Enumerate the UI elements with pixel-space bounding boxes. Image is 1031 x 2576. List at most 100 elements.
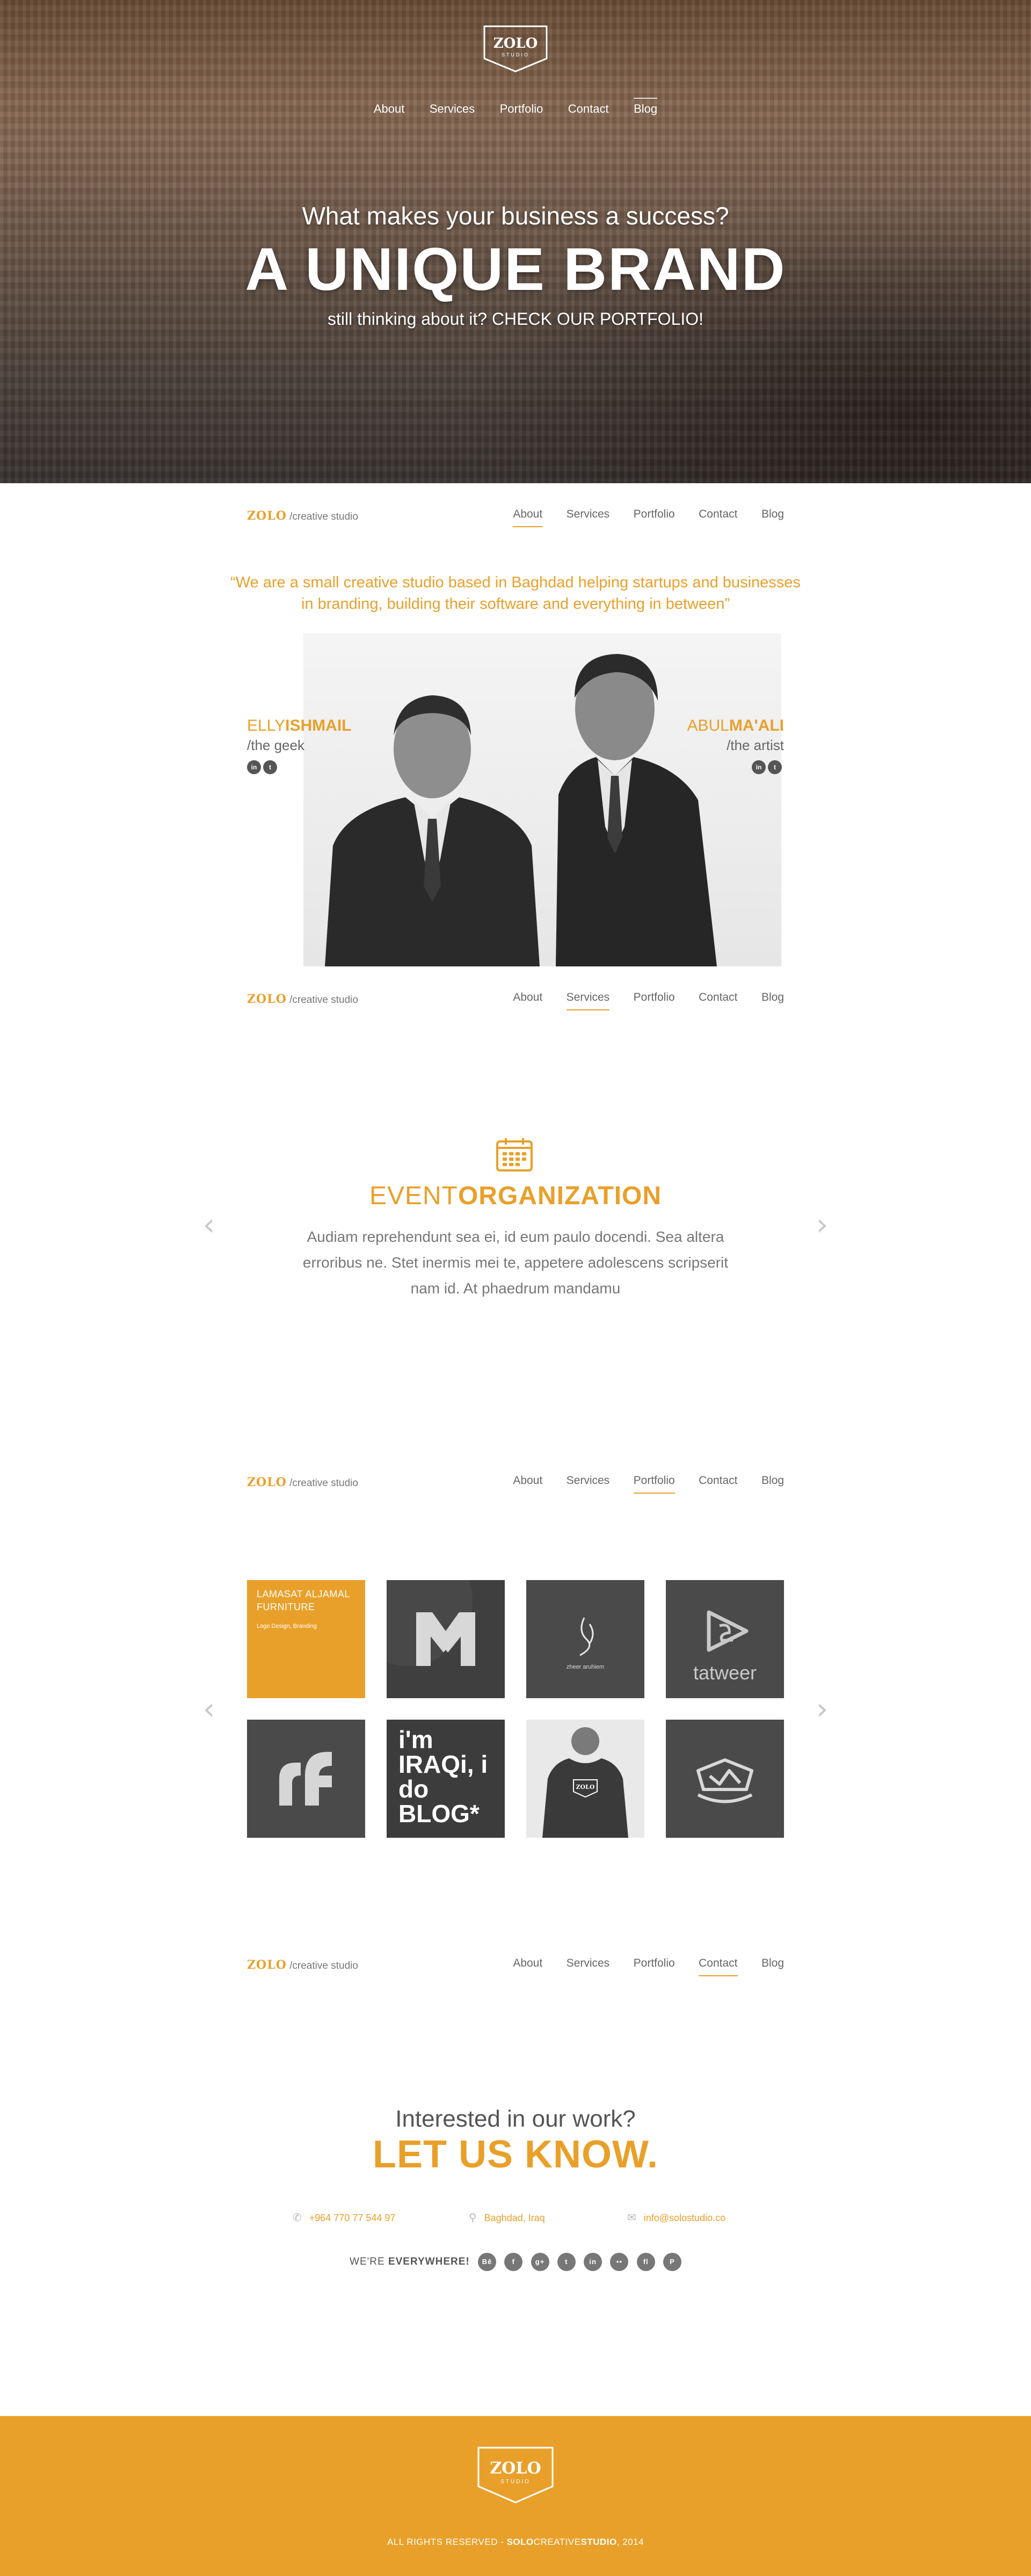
nav-about[interactable]: About bbox=[513, 1957, 542, 1975]
nav-blog[interactable]: Blog bbox=[761, 508, 784, 526]
service-description: Audiam reprehendunt sea ei, id eum paulo… bbox=[302, 1228, 729, 1297]
brand[interactable]: ZOLO /creative studio bbox=[247, 1475, 358, 1489]
nav-services[interactable]: Services bbox=[567, 508, 610, 526]
nav-contact[interactable]: Contact bbox=[699, 508, 737, 526]
nav-services[interactable]: Services bbox=[567, 1957, 610, 1975]
nav-services[interactable]: Services bbox=[566, 991, 610, 1010]
flickr-icon[interactable]: •• bbox=[610, 2253, 629, 2271]
logo-sub: STUDIO bbox=[502, 52, 529, 57]
nav-blog[interactable]: Blog bbox=[761, 1474, 784, 1493]
location-pin-icon: ⚲ bbox=[469, 2212, 477, 2224]
nav-portfolio[interactable]: Portfolio bbox=[634, 508, 675, 526]
nav-contact[interactable]: Contact bbox=[699, 1957, 738, 1976]
portfolio-prev-arrow[interactable]: ‹ bbox=[201, 1694, 217, 1724]
nav-about[interactable]: About bbox=[513, 1474, 542, 1493]
nav-about[interactable]: About bbox=[513, 991, 542, 1009]
google-plus-icon[interactable]: g+ bbox=[531, 2253, 549, 2271]
member-socials: in t bbox=[247, 760, 365, 774]
hero-nav: About Services Portfolio Contact Blog bbox=[0, 98, 1031, 121]
brand-logo: ZOLO bbox=[247, 509, 287, 523]
tile-title: LAMASAT ALJAMAL FURNITURE bbox=[257, 1589, 350, 1612]
services-prev-arrow[interactable]: ‹ bbox=[201, 1210, 217, 1240]
nav-contact[interactable]: Contact bbox=[699, 991, 737, 1009]
copyright-prefix: ALL RIGHTS RESERVED - bbox=[387, 2537, 504, 2547]
brand-suffix: /creative studio bbox=[289, 1478, 358, 1489]
contact-email[interactable]: ✉ info@solostudio.co bbox=[627, 2211, 725, 2224]
member-name: ELLYISHMAIL bbox=[247, 717, 365, 735]
member-last-name: ISHMAIL bbox=[285, 717, 352, 734]
linkedin-icon[interactable]: in bbox=[247, 760, 261, 774]
service-title: EVENTORGANIZATION bbox=[0, 1181, 1031, 1211]
dribbble-icon[interactable]: fl bbox=[636, 2253, 655, 2271]
nav-portfolio[interactable]: Portfolio bbox=[634, 991, 675, 1009]
logo-sub: STUDIO bbox=[500, 2479, 531, 2485]
twitter-icon[interactable]: t bbox=[557, 2253, 576, 2271]
twitter-icon[interactable]: t bbox=[263, 760, 277, 774]
linkedin-icon[interactable]: in bbox=[584, 2253, 602, 2271]
hero-subline[interactable]: still thinking about it? CHECK OUR PORTF… bbox=[0, 309, 1031, 329]
footer-copyright: ALL RIGHTS RESERVED - SOLOCREATIVESTUDIO… bbox=[0, 2537, 1031, 2548]
services-next-arrow[interactable]: › bbox=[814, 1210, 830, 1240]
hero-nav-contact[interactable]: Contact bbox=[568, 102, 609, 121]
brand[interactable]: ZOLO /creative studio bbox=[247, 509, 358, 523]
footer-logo[interactable]: ZOLO STUDIO bbox=[476, 2446, 555, 2505]
zheer-logo-icon: zheer aruhiem bbox=[567, 1617, 604, 1670]
portfolio-tile-tatweer[interactable]: tatweer bbox=[666, 1580, 784, 1698]
copyright-brand-2: CREATIVE bbox=[533, 2537, 581, 2547]
footer: ZOLO STUDIO ALL RIGHTS RESERVED - SOLOCR… bbox=[0, 2416, 1031, 2576]
brand[interactable]: ZOLO /creative studio bbox=[247, 1958, 358, 1972]
nav-blog[interactable]: Blog bbox=[761, 991, 784, 1009]
member-socials: in t bbox=[666, 760, 784, 774]
portfolio-tile-lamasat[interactable]: LAMASAT ALJAMAL FURNITURE Logo Design, B… bbox=[247, 1580, 365, 1698]
tshirt-image: ZOLO bbox=[526, 1720, 644, 1838]
brand-logo: ZOLO bbox=[247, 1958, 287, 1972]
twitter-icon[interactable]: t bbox=[768, 760, 782, 774]
member-name: ABULMA'ALI bbox=[666, 717, 785, 735]
nav-services[interactable]: Services bbox=[567, 1474, 610, 1493]
member-last-name: MA'ALI bbox=[729, 717, 784, 734]
zolo-logo[interactable]: ZOLO STUDIO bbox=[482, 24, 549, 74]
tile-caption: zheer aruhiem bbox=[567, 1664, 604, 1670]
pinterest-icon[interactable]: P bbox=[663, 2253, 681, 2271]
hero-question: What makes your business a success? bbox=[302, 202, 729, 230]
phone-text: +964 770 77 544 97 bbox=[309, 2213, 396, 2223]
member-elly: ELLYISHMAIL /the geek in t bbox=[247, 717, 365, 774]
scale-logo-icon bbox=[696, 1758, 753, 1803]
portfolio-tile-tshirt[interactable]: ZOLO bbox=[526, 1720, 644, 1838]
tile-title: ZOLO bbox=[576, 1784, 595, 1791]
portfolio-tile-m[interactable] bbox=[387, 1580, 505, 1698]
location-text: Baghdad, Iraq bbox=[484, 2213, 545, 2223]
service-title-light: EVENT bbox=[369, 1182, 458, 1210]
copyright-brand-1: SOLO bbox=[506, 2537, 534, 2547]
hero-nav-about[interactable]: About bbox=[374, 102, 405, 121]
member-role: /the geek bbox=[247, 737, 304, 753]
nav-contact[interactable]: Contact bbox=[699, 1474, 737, 1493]
brand[interactable]: ZOLO /creative studio bbox=[247, 992, 358, 1006]
contact-cta: LET US KNOW. bbox=[373, 2133, 658, 2176]
brand-logo: ZOLO bbox=[247, 992, 287, 1006]
hero-nav-blog[interactable]: Blog bbox=[634, 98, 658, 121]
nav-blog[interactable]: Blog bbox=[761, 1957, 784, 1975]
behance-icon[interactable]: Bē bbox=[478, 2253, 496, 2271]
about-quote: “We are a small creative studio based in… bbox=[230, 574, 801, 613]
portfolio-tile-scale[interactable] bbox=[666, 1720, 784, 1838]
brand-suffix: /creative studio bbox=[289, 511, 358, 522]
brand-suffix: /creative studio bbox=[289, 1960, 358, 1971]
mail-icon: ✉ bbox=[627, 2212, 636, 2224]
hero-nav-services[interactable]: Services bbox=[430, 102, 475, 121]
logo-text: ZOLO bbox=[493, 35, 538, 52]
portfolio-tile-zheer[interactable]: zheer aruhiem bbox=[526, 1580, 644, 1698]
nav-about[interactable]: About bbox=[513, 508, 543, 527]
everywhere-bold: EVERYWHERE! bbox=[388, 2256, 470, 2268]
portfolio-tile-iraqi-blog[interactable]: i'm IRAQi, i do BLOG* bbox=[387, 1720, 505, 1838]
email-text: info@solostudio.co bbox=[643, 2213, 726, 2223]
linkedin-icon[interactable]: in bbox=[752, 760, 766, 774]
nav-portfolio[interactable]: Portfolio bbox=[634, 1957, 675, 1975]
portfolio-tile-rf[interactable] bbox=[247, 1720, 365, 1838]
copyright-year: , 2014 bbox=[616, 2537, 644, 2547]
portfolio-next-arrow[interactable]: › bbox=[814, 1694, 830, 1724]
contact-phone[interactable]: ✆ +964 770 77 544 97 bbox=[293, 2211, 395, 2224]
nav-portfolio[interactable]: Portfolio bbox=[633, 1474, 675, 1494]
facebook-icon[interactable]: f bbox=[504, 2253, 523, 2271]
hero-nav-portfolio[interactable]: Portfolio bbox=[500, 102, 543, 121]
